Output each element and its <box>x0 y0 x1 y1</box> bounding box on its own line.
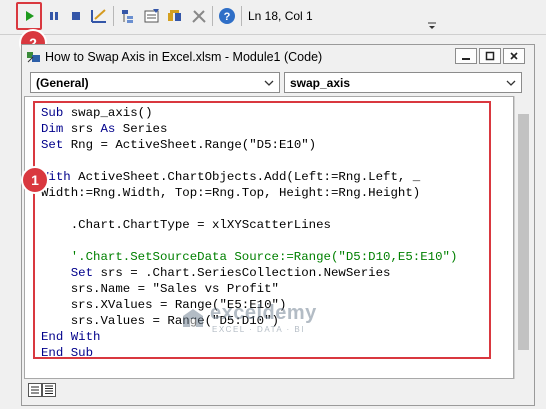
help-icon: ? <box>219 8 235 24</box>
chevron-down-icon <box>506 80 516 86</box>
procedure-combo-value: swap_axis <box>290 76 351 90</box>
code-line: .Chart.ChartType = xlXYScatterLines <box>41 218 331 232</box>
toolbar-options-dropdown[interactable] <box>426 7 438 31</box>
code-line: Dim srs As Series <box>41 122 168 136</box>
code-line: With ActiveSheet.ChartObjects.Add(Left:=… <box>41 170 421 184</box>
code-line: Sub swap_axis() <box>41 106 153 120</box>
standard-toolbar: ? Ln 18, Col 1 <box>0 0 546 35</box>
full-module-view-icon <box>45 385 53 394</box>
watermark: exceldemy EXCEL · DATA · BI <box>180 302 317 334</box>
code-line: Width:=Rng.Width, Top:=Rng.Top, Height:=… <box>41 186 421 200</box>
toolbox-button[interactable] <box>189 6 209 26</box>
procedure-combo[interactable]: swap_axis <box>284 72 522 93</box>
break-button[interactable] <box>44 6 64 26</box>
chevron-down-icon <box>428 22 436 29</box>
code-line: End Sub <box>41 346 94 360</box>
code-line: srs.Name = "Sales vs Profit" <box>41 282 279 296</box>
code-line: Set Rng = ActiveSheet.Range("D5:E10") <box>41 138 317 152</box>
vertical-scrollbar[interactable] <box>514 96 532 379</box>
properties-icon <box>144 9 159 23</box>
maximize-icon <box>485 51 495 61</box>
minimize-icon <box>462 58 470 60</box>
code-window: How to Swap Axis in Excel.xlsm - Module1… <box>21 44 535 406</box>
project-explorer-button[interactable] <box>118 6 138 26</box>
help-button[interactable]: ? <box>217 6 237 26</box>
break-icon <box>50 12 58 20</box>
procedure-view-button[interactable] <box>28 383 42 397</box>
object-browser-button[interactable] <box>165 6 185 26</box>
close-icon <box>510 52 518 60</box>
scrollbar-thumb[interactable] <box>518 114 529 350</box>
run-icon <box>26 11 34 21</box>
code-line: '.Chart.SetSourceData Source:=Range("D5:… <box>41 250 458 264</box>
run-button[interactable] <box>19 6 39 26</box>
object-browser-icon <box>168 10 181 21</box>
reset-button[interactable] <box>66 6 86 26</box>
code-line: Set srs = .Chart.SeriesCollection.NewSer… <box>70 266 391 280</box>
svg-text:?: ? <box>224 11 231 23</box>
reset-icon <box>72 12 80 20</box>
code-window-footer <box>24 379 532 401</box>
minimize-button[interactable] <box>455 48 477 64</box>
module-icon <box>27 52 40 63</box>
watermark-tagline: EXCEL · DATA · BI <box>212 325 305 334</box>
procedure-view-icon <box>31 386 39 394</box>
design-mode-icon <box>91 9 106 23</box>
horizontal-scrollbar[interactable] <box>60 381 516 399</box>
exceldemy-logo-icon <box>183 309 203 327</box>
design-mode-button[interactable] <box>89 6 109 26</box>
step-badge-1: 1 <box>21 166 49 194</box>
watermark-name: exceldemy <box>210 302 317 324</box>
close-button[interactable] <box>503 48 525 64</box>
code-editor[interactable]: Sub swap_axis() Dim srs As Series Set Rng … <box>24 96 514 379</box>
chevron-down-icon <box>264 80 274 86</box>
toolbox-icon <box>192 10 206 23</box>
code-window-titlebar: How to Swap Axis in Excel.xlsm - Module1… <box>22 45 534 69</box>
full-module-view-button[interactable] <box>42 383 56 397</box>
maximize-button[interactable] <box>479 48 501 64</box>
window-title: How to Swap Axis in Excel.xlsm - Module1… <box>45 50 323 64</box>
object-combo[interactable]: (General) <box>30 72 280 93</box>
properties-button[interactable] <box>142 6 162 26</box>
cursor-position-status: Ln 18, Col 1 <box>248 9 313 23</box>
object-combo-value: (General) <box>36 76 89 90</box>
project-explorer-icon <box>122 10 133 23</box>
code-line: End With <box>41 330 101 344</box>
